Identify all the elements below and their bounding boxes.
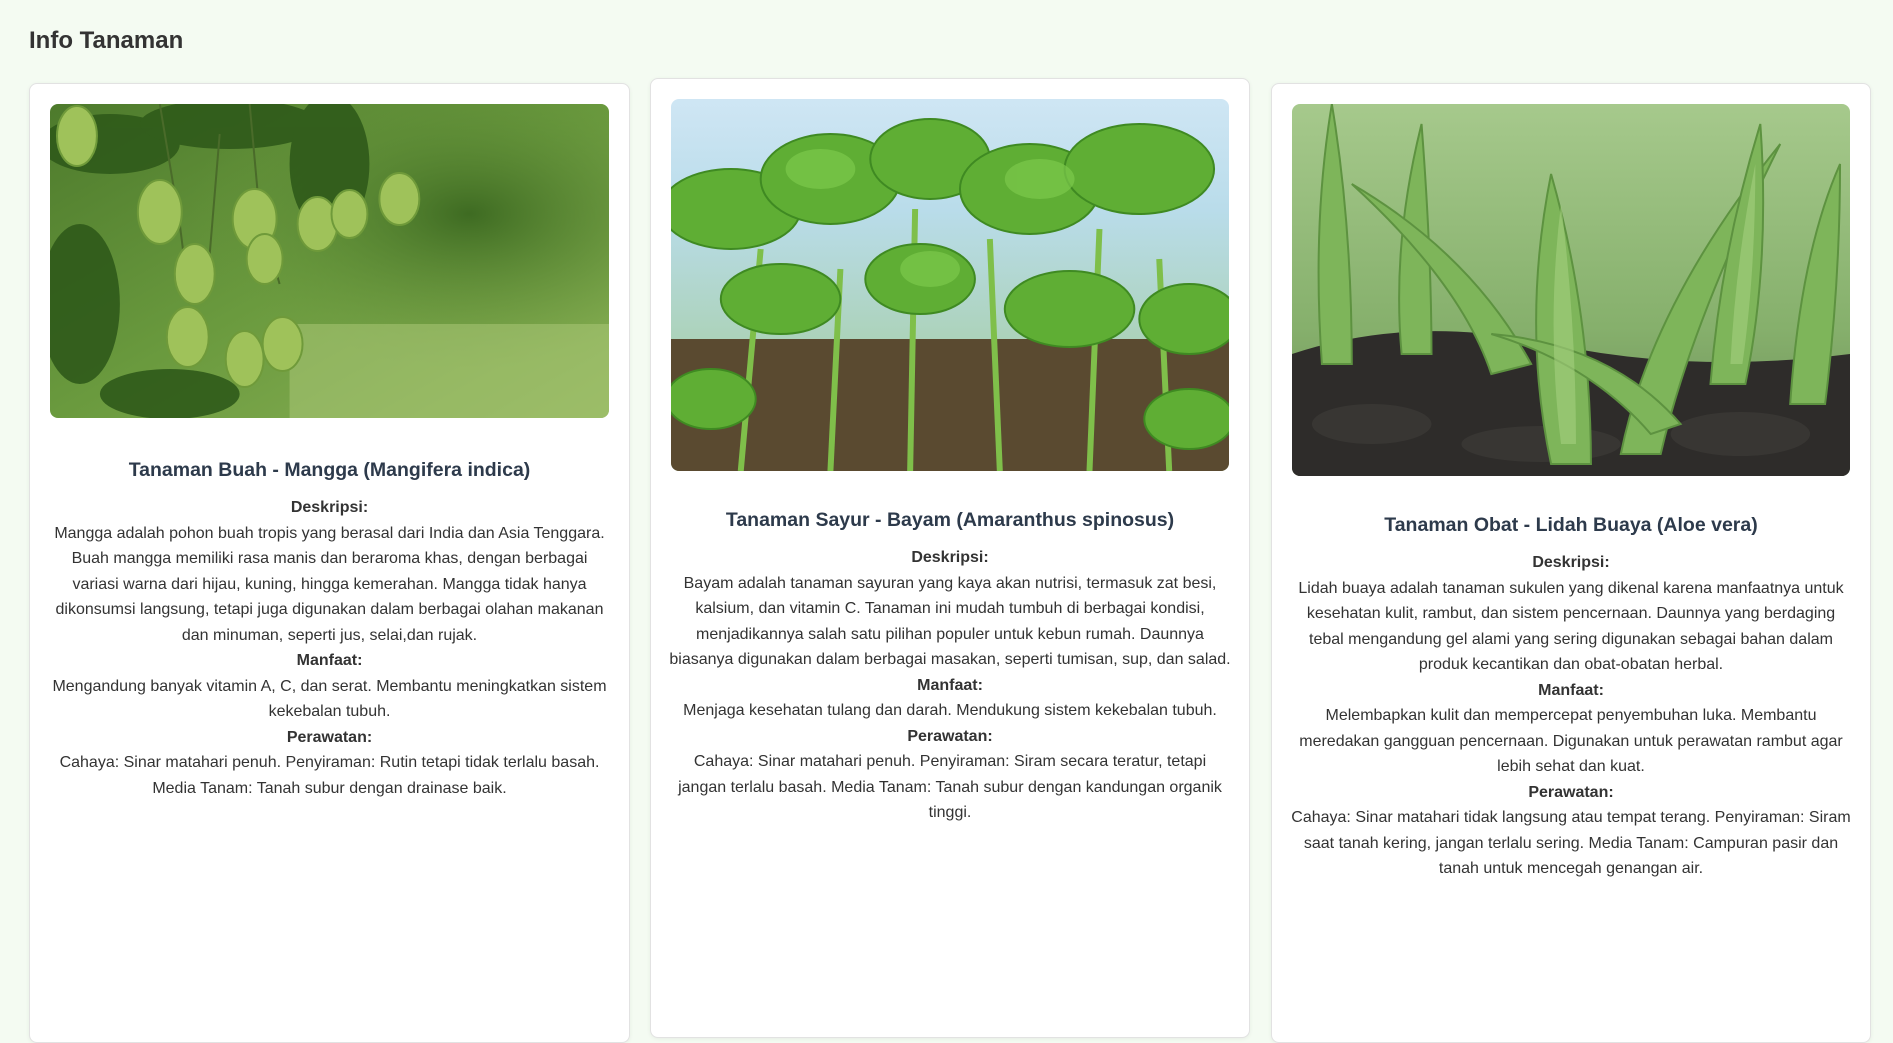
manfaat-label: Manfaat: xyxy=(296,652,363,669)
perawatan-text: Cahaya: Sinar matahari penuh. Penyiraman… xyxy=(678,753,1222,821)
plant-card-lidah-buaya: Tanaman Obat - Lidah Buaya (Aloe vera) D… xyxy=(1271,83,1871,1043)
manfaat-text: Melembapkan kulit dan mempercepat penyem… xyxy=(1299,707,1843,775)
deskripsi-text: Lidah buaya adalah tanaman sukulen yang … xyxy=(1298,579,1844,674)
deskripsi-label: Deskripsi: xyxy=(1532,554,1610,571)
deskripsi-label: Deskripsi: xyxy=(911,549,989,566)
plant-card-bayam: Tanaman Sayur - Bayam (Amaranthus spinos… xyxy=(650,78,1250,1038)
perawatan-text: Cahaya: Sinar matahari penuh. Penyiraman… xyxy=(59,754,600,797)
manfaat-text: Menjaga kesehatan tulang dan darah. Mend… xyxy=(683,702,1217,719)
manfaat-text: Mengandung banyak vitamin A, C, dan sera… xyxy=(52,677,607,721)
perawatan-label: Perawatan: xyxy=(286,728,373,746)
card-title: Tanaman Buah - Mangga (Mangifera indica) xyxy=(128,459,531,481)
plant-card-mangga: Tanaman Buah - Mangga (Mangifera indica)… xyxy=(29,83,630,1043)
spinach-field-image xyxy=(671,99,1229,471)
card-title: Tanaman Obat - Lidah Buaya (Aloe vera) xyxy=(1384,514,1758,536)
card-title: Tanaman Sayur - Bayam (Amaranthus spinos… xyxy=(725,509,1175,531)
deskripsi-text: Mangga adalah pohon buah tropis yang ber… xyxy=(54,524,605,644)
aloe-vera-image xyxy=(1292,104,1850,476)
mango-tree-image xyxy=(50,104,609,418)
perawatan-label: Perawatan: xyxy=(1528,783,1614,801)
manfaat-label: Manfaat: xyxy=(1538,681,1604,699)
manfaat-label: Manfaat: xyxy=(917,676,983,694)
perawatan-label: Perawatan: xyxy=(907,727,993,745)
perawatan-text: Cahaya: Sinar matahari tidak langsung at… xyxy=(1291,809,1851,877)
deskripsi-label: Deskripsi: xyxy=(290,499,369,516)
deskripsi-text: Bayam adalah tanaman sayuran yang kaya a… xyxy=(669,574,1231,669)
page-title: Info Tanaman xyxy=(29,27,184,54)
